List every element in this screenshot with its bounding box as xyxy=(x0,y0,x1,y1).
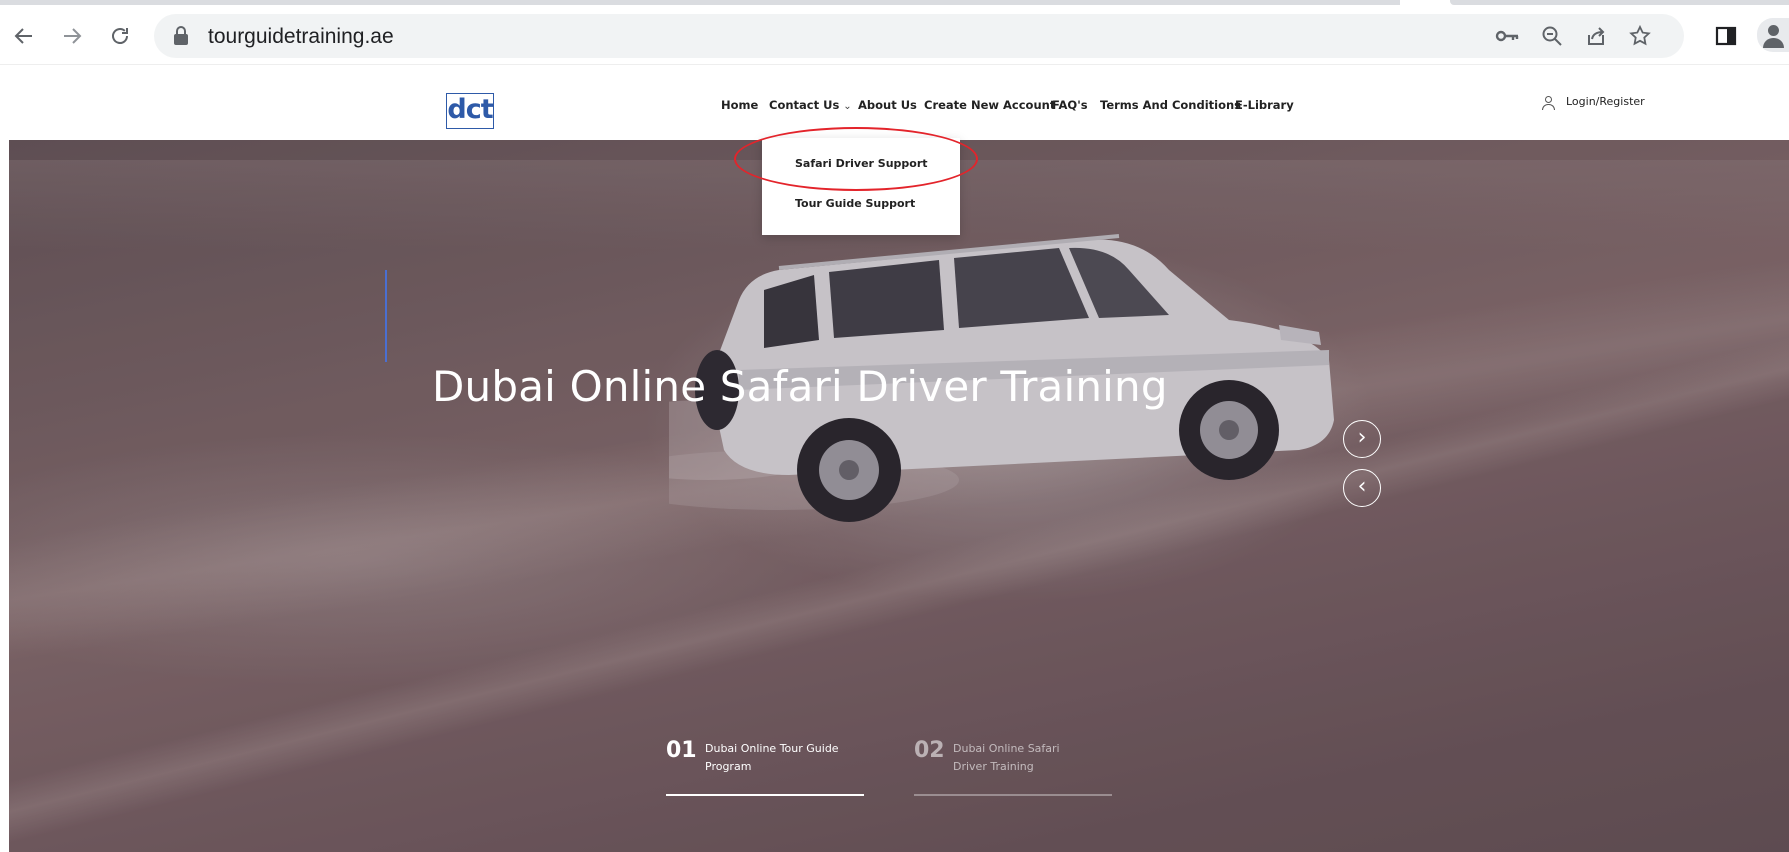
key-icon[interactable] xyxy=(1492,20,1524,52)
chevron-right-icon: › xyxy=(1357,425,1367,450)
reload-icon[interactable] xyxy=(104,20,136,52)
chevron-left-icon: ‹ xyxy=(1357,474,1367,499)
nav-create-account[interactable]: Create New Account xyxy=(924,98,1055,112)
slide-label: Dubai Online Tour Guide Program xyxy=(705,742,839,773)
slide-progress-bar xyxy=(666,794,864,796)
forward-arrow-icon[interactable] xyxy=(56,20,88,52)
dropdown-item-tour-guide-support[interactable]: Tour Guide Support xyxy=(795,197,915,210)
slide-indicator-2[interactable]: 02 Dubai Online Safari Driver Training xyxy=(914,738,1114,798)
side-panel-icon[interactable] xyxy=(1710,20,1742,52)
site-logo[interactable]: dct xyxy=(446,93,494,129)
slide-progress-bar xyxy=(914,794,1112,796)
hero-slider: Dubai Online Safari Driver Training › ‹ … xyxy=(9,140,1789,852)
profile-icon[interactable] xyxy=(1757,18,1789,52)
share-icon[interactable] xyxy=(1580,20,1612,52)
nav-about-us[interactable]: About Us xyxy=(858,98,917,112)
user-icon[interactable] xyxy=(1542,96,1556,110)
slide-number: 02 xyxy=(914,738,945,763)
slider-next-button[interactable]: › xyxy=(1343,420,1381,458)
hero-title: Dubai Online Safari Driver Training xyxy=(432,362,1168,411)
lock-icon[interactable] xyxy=(174,26,188,46)
slide-label: Dubai Online Safari Driver Training xyxy=(953,742,1060,773)
login-register-link[interactable]: Login/Register xyxy=(1566,95,1645,108)
title-accent-line xyxy=(385,270,387,362)
slider-prev-button[interactable]: ‹ xyxy=(1343,469,1381,507)
nav-home[interactable]: Home xyxy=(721,98,758,112)
chevron-down-icon: ⌄ xyxy=(843,101,852,112)
address-bar[interactable]: tourguidetraining.ae xyxy=(154,14,1684,58)
zoom-out-icon[interactable] xyxy=(1536,20,1568,52)
nav-faq[interactable]: FAQ's xyxy=(1052,98,1088,112)
red-highlight-ellipse xyxy=(734,127,978,191)
url-text[interactable]: tourguidetraining.ae xyxy=(208,25,394,49)
tab-strip-right xyxy=(1450,0,1789,5)
slide-indicator-1[interactable]: 01 Dubai Online Tour Guide Program xyxy=(666,738,866,798)
nav-terms[interactable]: Terms And Conditions xyxy=(1100,98,1241,112)
nav-elibrary[interactable]: E-Library xyxy=(1235,98,1294,112)
back-arrow-icon[interactable] xyxy=(8,20,40,52)
hero-overlay xyxy=(9,140,1789,852)
star-icon[interactable] xyxy=(1624,20,1656,52)
nav-contact-us[interactable]: Contact Us ⌄ xyxy=(769,98,852,112)
nav-contact-us-label: Contact Us xyxy=(769,98,840,112)
browser-toolbar: tourguidetraining.ae xyxy=(0,0,1789,64)
tab-strip xyxy=(0,0,1400,5)
slide-number: 01 xyxy=(666,738,697,763)
